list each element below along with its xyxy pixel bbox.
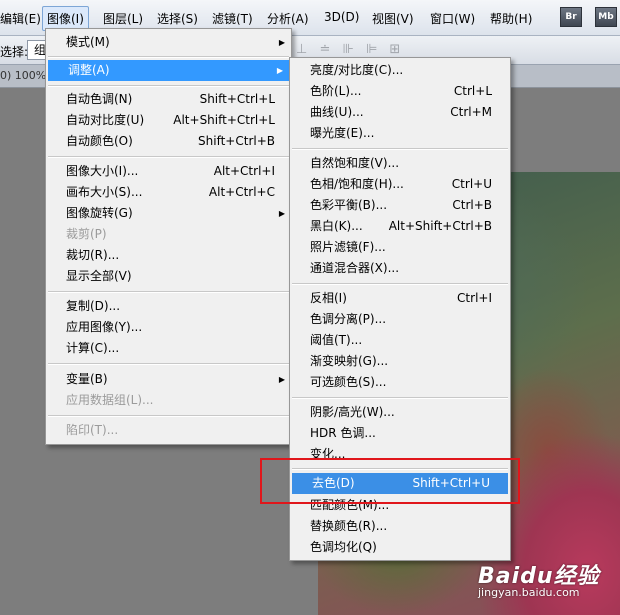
menu-item-selective-color[interactable]: 可选颜色(S)... xyxy=(290,372,510,393)
menu-item-reveal-all[interactable]: 显示全部(V) xyxy=(46,266,291,287)
menu-item-crop: 裁剪(P) xyxy=(66,227,107,241)
menu-item-vibrance[interactable]: 自然饱和度(V)... xyxy=(290,153,510,174)
menu-item-levels[interactable]: 色阶(L)... Ctrl+L xyxy=(290,81,510,102)
annotation-highlight-box xyxy=(260,458,520,504)
menu-item-adjustments[interactable]: 调整(A) ▶ xyxy=(48,60,289,81)
watermark-url: jingyan.baidu.com xyxy=(478,586,580,599)
menu-item-exposure[interactable]: 曝光度(E)... xyxy=(290,123,510,144)
menu-item-channel-mixer[interactable]: 通道混合器(X)... xyxy=(290,258,510,279)
menu-item-apply-data-set: 应用数据组(L)... xyxy=(66,393,154,407)
separator xyxy=(48,291,289,293)
menu-item-threshold[interactable]: 阈值(T)... xyxy=(290,330,510,351)
menu-item-auto-contrast[interactable]: 自动对比度(U) Alt+Shift+Ctrl+L xyxy=(46,110,291,131)
separator xyxy=(48,415,289,417)
menu-item-hue-saturation[interactable]: 色相/饱和度(H)... Ctrl+U xyxy=(290,174,510,195)
menu-item-gradient-map[interactable]: 渐变映射(G)... xyxy=(290,351,510,372)
menu-item-photo-filter[interactable]: 照片滤镜(F)... xyxy=(290,237,510,258)
menu-item-calculations[interactable]: 计算(C)... xyxy=(46,338,291,359)
menu-item-posterize[interactable]: 色调分离(P)... xyxy=(290,309,510,330)
align-tools-icon[interactable]: ⊥ ≐ ⊪ ⊫ ⊞ xyxy=(296,42,404,57)
separator xyxy=(292,283,508,285)
menu-item-replace-color[interactable]: 替换颜色(R)... xyxy=(290,516,510,537)
zoom-readout: 0) 100% xyxy=(0,69,47,82)
submenu-arrow-icon: ▶ xyxy=(278,209,285,218)
menu-item-mode[interactable]: 模式(M) ▶ xyxy=(46,32,291,53)
menu-filter[interactable]: 滤镜(T) xyxy=(212,10,253,27)
menu-item-hdr-toning[interactable]: HDR 色调... xyxy=(290,423,510,444)
menu-item-trap: 陷印(T)... xyxy=(66,423,119,437)
menu-item-auto-tone[interactable]: 自动色调(N) Shift+Ctrl+L xyxy=(46,89,291,110)
menu-help[interactable]: 帮助(H) xyxy=(490,10,532,27)
menu-item-equalize[interactable]: 色调均化(Q) xyxy=(290,537,510,558)
menu-edit[interactable]: 编辑(E) xyxy=(0,10,41,27)
menu-window[interactable]: 窗口(W) xyxy=(430,10,475,27)
menu-3d[interactable]: 3D(D) xyxy=(324,10,359,24)
menu-item-shadows-highlights[interactable]: 阴影/高光(W)... xyxy=(290,402,510,423)
menu-view[interactable]: 视图(V) xyxy=(372,10,414,27)
menu-item-canvas-size[interactable]: 画布大小(S)... Alt+Ctrl+C xyxy=(46,182,291,203)
separator xyxy=(48,363,289,365)
bridge-icon[interactable]: Br xyxy=(560,7,582,27)
menu-item-brightness-contrast[interactable]: 亮度/对比度(C)... xyxy=(290,60,510,81)
menu-item-image-size[interactable]: 图像大小(I)... Alt+Ctrl+I xyxy=(46,161,291,182)
menu-layer[interactable]: 图层(L) xyxy=(103,10,143,27)
menu-item-image-rotation[interactable]: 图像旋转(G) ▶ xyxy=(46,203,291,224)
menu-item-curves[interactable]: 曲线(U)... Ctrl+M xyxy=(290,102,510,123)
separator xyxy=(48,56,289,58)
menu-item-trim[interactable]: 裁切(R)... xyxy=(46,245,291,266)
submenu-arrow-icon: ▶ xyxy=(276,66,283,75)
menu-item-invert[interactable]: 反相(I) Ctrl+I xyxy=(290,288,510,309)
separator xyxy=(292,397,508,399)
separator xyxy=(48,156,289,158)
submenu-arrow-icon: ▶ xyxy=(278,38,285,47)
image-menu: 模式(M) ▶ 调整(A) ▶ 自动色调(N) Shift+Ctrl+L 自动对… xyxy=(45,28,292,445)
menu-item-auto-color[interactable]: 自动颜色(O) Shift+Ctrl+B xyxy=(46,131,291,152)
menu-item-color-balance[interactable]: 色彩平衡(B)... Ctrl+B xyxy=(290,195,510,216)
menu-item-black-white[interactable]: 黑白(K)... Alt+Shift+Ctrl+B xyxy=(290,216,510,237)
watermark: Baidu经验 jingyan.baidu.com xyxy=(478,558,600,599)
select-label: 选择: xyxy=(0,45,29,59)
mini-bridge-icon[interactable]: Mb xyxy=(595,7,617,27)
menu-analysis[interactable]: 分析(A) xyxy=(267,10,309,27)
menu-item-apply-image[interactable]: 应用图像(Y)... xyxy=(46,317,291,338)
menu-item-variables[interactable]: 变量(B) ▶ xyxy=(46,369,291,390)
menu-item-duplicate[interactable]: 复制(D)... xyxy=(46,296,291,317)
submenu-arrow-icon: ▶ xyxy=(278,375,285,384)
separator xyxy=(48,85,289,87)
menu-select[interactable]: 选择(S) xyxy=(157,10,198,27)
separator xyxy=(292,148,508,150)
